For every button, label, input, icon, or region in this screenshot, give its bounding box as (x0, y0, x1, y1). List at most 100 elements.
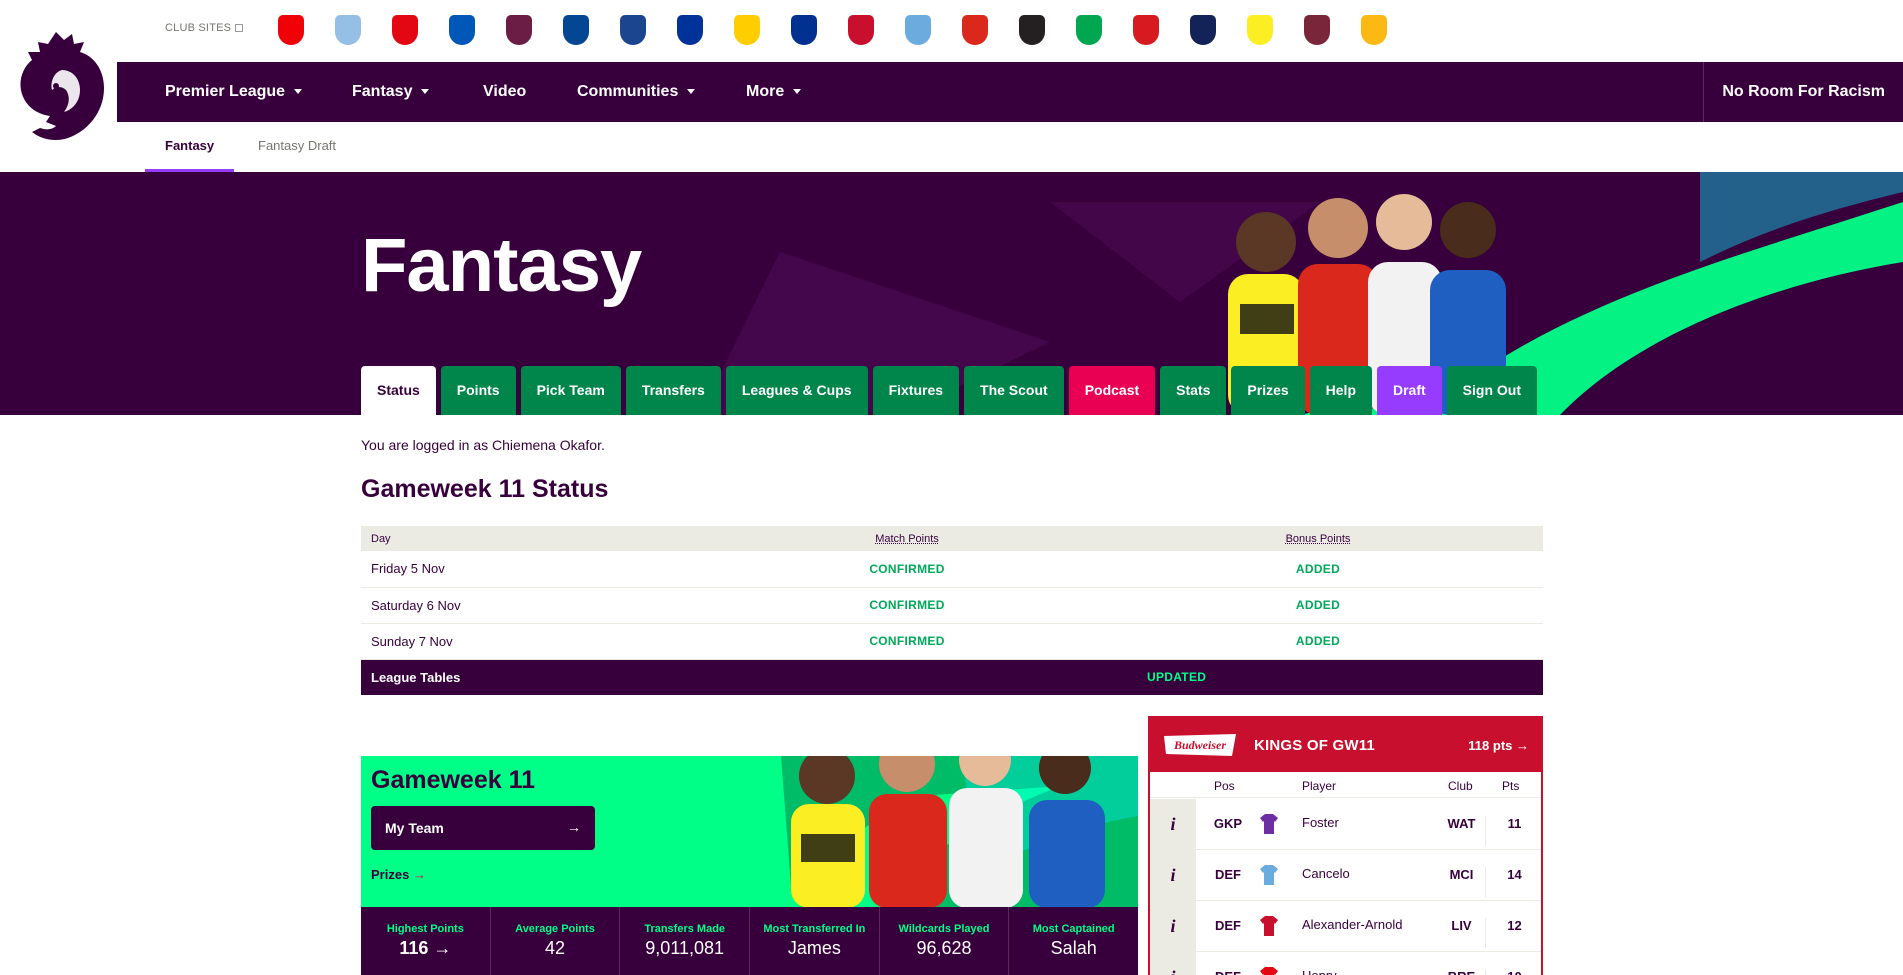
crest-icon (562, 15, 589, 45)
tab-transfers[interactable]: Transfers (625, 366, 721, 415)
league-tables-row: League Tables UPDATED (361, 660, 1543, 695)
tab-stats[interactable]: Stats (1160, 366, 1227, 415)
club-crests (262, 12, 1402, 48)
tab-points[interactable]: Points (440, 366, 516, 415)
arrow-right-icon: → (412, 867, 426, 882)
chevron-down-icon (687, 89, 696, 94)
premier-league-lion-logo[interactable] (16, 30, 108, 145)
player-name[interactable]: Cancelo (1302, 866, 1442, 881)
stat-label: Transfers Made (644, 923, 726, 935)
club-crest-arsenal[interactable] (262, 12, 319, 48)
col-match-points[interactable]: Match Points (721, 526, 1094, 551)
tab-podcast[interactable]: Podcast (1068, 366, 1156, 415)
crest-icon (619, 15, 646, 45)
tab-help[interactable]: Help (1309, 366, 1372, 415)
col-day: Day (361, 526, 721, 551)
club-crest-newcastle[interactable] (1003, 12, 1060, 48)
club-crest-leeds[interactable] (718, 12, 775, 48)
player-points: 10 (1486, 969, 1541, 975)
stat-value: 116 → (399, 938, 452, 958)
crest-icon (448, 15, 475, 45)
col-pts: Pts (1502, 779, 1520, 793)
player-position: DEF (1206, 969, 1250, 975)
tab-status[interactable]: Status (361, 366, 436, 415)
tab-draft[interactable]: Draft (1377, 366, 1442, 415)
player-name[interactable]: Foster (1302, 815, 1442, 830)
tab-the-scout[interactable]: The Scout (964, 366, 1064, 415)
player-club: WAT (1438, 816, 1486, 846)
player-club: MCI (1438, 867, 1486, 897)
stat-most-transferred-in: Most Transferred In James (750, 907, 880, 975)
nav-premier-league[interactable]: Premier League (165, 62, 303, 122)
tab-sign-out[interactable]: Sign Out (1446, 366, 1537, 415)
table-row: Saturday 6 Nov CONFIRMED ADDED (361, 587, 1543, 624)
nav-fantasy[interactable]: Fantasy (352, 62, 430, 122)
club-crest-brighton[interactable] (433, 12, 490, 48)
player-position: GKP (1213, 816, 1243, 831)
club-crest-crystal-palace[interactable] (604, 12, 661, 48)
match-status: CONFIRMED (721, 587, 1094, 624)
stat-label: Most Transferred In (763, 923, 866, 935)
player-info-icon[interactable]: i (1150, 799, 1196, 849)
match-status: CONFIRMED (721, 551, 1094, 588)
player-points: 14 (1507, 867, 1522, 882)
tab-leagues-cups[interactable]: Leagues & Cups (725, 366, 868, 415)
club-crest-brentford[interactable] (376, 12, 433, 48)
day-cell: Friday 5 Nov (361, 551, 721, 588)
stat-value: Salah (1050, 938, 1097, 958)
player-info-icon[interactable]: i (1150, 850, 1196, 900)
arrow-right-icon: → (567, 819, 581, 835)
tab-prizes[interactable]: Prizes (1231, 366, 1305, 415)
crest-icon (1132, 15, 1159, 45)
club-crest-everton[interactable] (661, 12, 718, 48)
table-row: Sunday 7 Nov CONFIRMED ADDED (361, 623, 1543, 660)
club-crest-man-city[interactable] (889, 12, 946, 48)
club-crest-chelsea[interactable] (547, 12, 604, 48)
bonus-status: ADDED (1094, 551, 1543, 588)
player-name[interactable]: Alexander-Arnold (1302, 917, 1442, 932)
kings-points-link[interactable]: 118 pts → (1468, 738, 1529, 753)
crest-icon (505, 15, 532, 45)
kings-column-headers: Pos Player Club Pts (1150, 772, 1541, 798)
my-team-button[interactable]: My Team → (371, 806, 595, 850)
sub-nav-fantasy[interactable]: Fantasy (144, 122, 235, 172)
club-crest-wolves[interactable] (1345, 12, 1402, 48)
club-sites-label: CLUB SITES (165, 22, 244, 34)
budweiser-logo: Budweiser (1164, 734, 1236, 756)
col-club: Club (1448, 779, 1473, 793)
tab-pick-team[interactable]: Pick Team (520, 366, 621, 415)
player-info-icon[interactable]: i (1150, 901, 1196, 951)
club-crest-tottenham[interactable] (1174, 12, 1231, 48)
club-crest-man-utd[interactable] (946, 12, 1003, 48)
player-info-icon[interactable]: i (1150, 952, 1196, 975)
kings-header: Budweiser KINGS OF GW11 118 pts → (1150, 718, 1541, 772)
chevron-down-icon (793, 89, 802, 94)
club-crest-aston-villa[interactable] (319, 12, 376, 48)
crest-icon (847, 15, 874, 45)
club-crest-burnley[interactable] (490, 12, 547, 48)
nav-more[interactable]: More (746, 62, 802, 122)
club-crest-leicester[interactable] (775, 12, 832, 48)
nav-communities[interactable]: Communities (577, 62, 696, 122)
bonus-status: ADDED (1094, 587, 1543, 624)
nav-video[interactable]: Video (483, 62, 526, 122)
club-crest-west-ham[interactable] (1288, 12, 1345, 48)
club-crest-liverpool[interactable] (832, 12, 889, 48)
club-crest-norwich[interactable] (1060, 12, 1117, 48)
stat-highest-points[interactable]: Highest Points 116 → (361, 907, 491, 975)
col-bonus-points[interactable]: Bonus Points (1094, 526, 1543, 551)
match-status: CONFIRMED (721, 623, 1094, 660)
stat-value: 42 (544, 938, 566, 958)
nav-no-room-for-racism[interactable]: No Room For Racism (1703, 62, 1903, 122)
club-crest-watford[interactable] (1231, 12, 1288, 48)
gameweek-card-title: Gameweek 11 (371, 766, 536, 794)
prizes-link[interactable]: Prizes → (371, 867, 426, 882)
stat-transfers-made: Transfers Made 9,011,081 (620, 907, 751, 975)
shirt-icon (1260, 865, 1278, 885)
player-name[interactable]: Henry (1302, 968, 1442, 975)
club-crest-southampton[interactable] (1117, 12, 1174, 48)
club-sites-bar: CLUB SITES (0, 0, 1903, 62)
sub-nav-fantasy-draft[interactable]: Fantasy Draft (258, 122, 336, 172)
tab-fixtures[interactable]: Fixtures (872, 366, 960, 415)
col-player: Player (1302, 779, 1337, 793)
